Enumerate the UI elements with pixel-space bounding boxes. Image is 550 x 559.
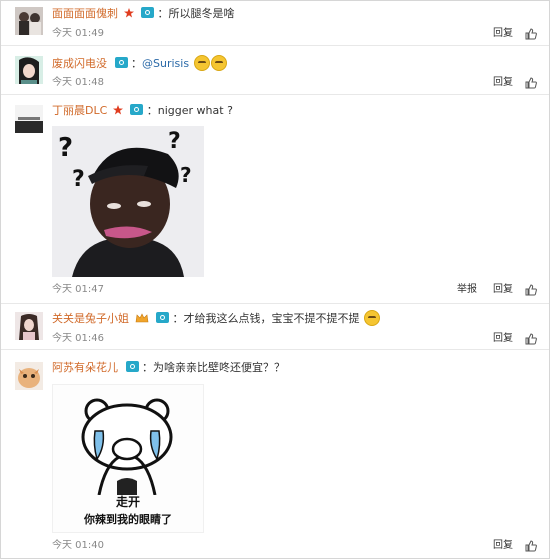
username[interactable]: 阿苏有朵花儿 [52,361,118,374]
svg-text:?: ? [72,167,85,192]
emoji-icon [193,55,210,71]
avatar[interactable] [15,56,43,84]
reply-button[interactable]: 回复 [485,27,521,41]
camera-icon [114,57,128,68]
timestamp: 今天 01:48 [52,77,104,88]
reply-button[interactable]: 回复 [485,539,521,553]
like-icon[interactable] [525,28,537,40]
emoji-icon [364,310,380,326]
avatar[interactable] [15,362,43,390]
crying-bear-sticker [53,385,203,495]
username[interactable]: 关关是兔子小姐 [52,312,129,325]
comment-text: ：才给我这么点钱，宝宝不提不提不提 [172,312,360,325]
comment-text: ：nigger what ? [146,104,233,117]
star-icon [112,105,123,115]
comment-item: 关关是兔子小姐 ：才给我这么点钱，宝宝不提不提不提 今天 01:46 回复 [1,304,549,350]
star-icon [123,8,134,18]
reply-button[interactable]: 回复 [485,332,521,346]
camera-icon [125,361,139,372]
avatar[interactable] [15,312,43,340]
sticker-caption: 走开 [115,495,140,509]
camera-icon [130,104,144,115]
timestamp: 今天 01:40 [52,540,104,551]
like-icon[interactable] [525,284,537,296]
crown-icon [135,313,148,323]
camera-icon [141,7,154,18]
comment-feed: 面面面面傀刺 ：所以腿冬是啥 今天 01:49 回复 废成闪电没 ：@Suris… [0,0,550,559]
comment-item: 废成闪电没 ：@Surisis 今天 01:48 回复 [1,46,549,95]
comment-text: ：为啥亲亲比壁咚还便宜？？ [142,361,285,374]
avatar[interactable] [15,105,43,133]
timestamp: 今天 01:47 [52,284,104,295]
like-icon[interactable] [525,540,537,552]
username[interactable]: 丁丽晨DLC [52,104,107,117]
timestamp: 今天 01:49 [52,28,104,39]
username[interactable]: 面面面面傀刺 [52,7,118,20]
like-icon[interactable] [525,77,537,89]
username[interactable]: 废成闪电没 [52,57,107,70]
reply-button[interactable]: 回复 [485,283,521,297]
emoji-icon [210,55,227,71]
comment-image[interactable]: ? ? ? ? [52,126,204,277]
svg-text:?: ? [168,129,181,154]
report-button[interactable]: 举报 [449,283,485,297]
like-icon[interactable] [525,333,537,345]
reply-button[interactable]: 回复 [485,76,521,90]
comment-item: 面面面面傀刺 ：所以腿冬是啥 今天 01:49 回复 [1,1,549,46]
camera-icon [156,312,169,323]
mention-link[interactable]: @Surisis [142,57,189,70]
timestamp: 今天 01:46 [52,333,104,344]
avatar[interactable] [15,7,43,35]
svg-text:?: ? [180,163,192,187]
comment-image[interactable]: 走开 你辣到我的眼睛了 [52,384,204,533]
svg-text:?: ? [58,133,73,163]
sticker-caption: 你辣到我的眼睛了 [84,513,172,526]
comment-text: ：所以腿冬是啥 [157,7,235,20]
